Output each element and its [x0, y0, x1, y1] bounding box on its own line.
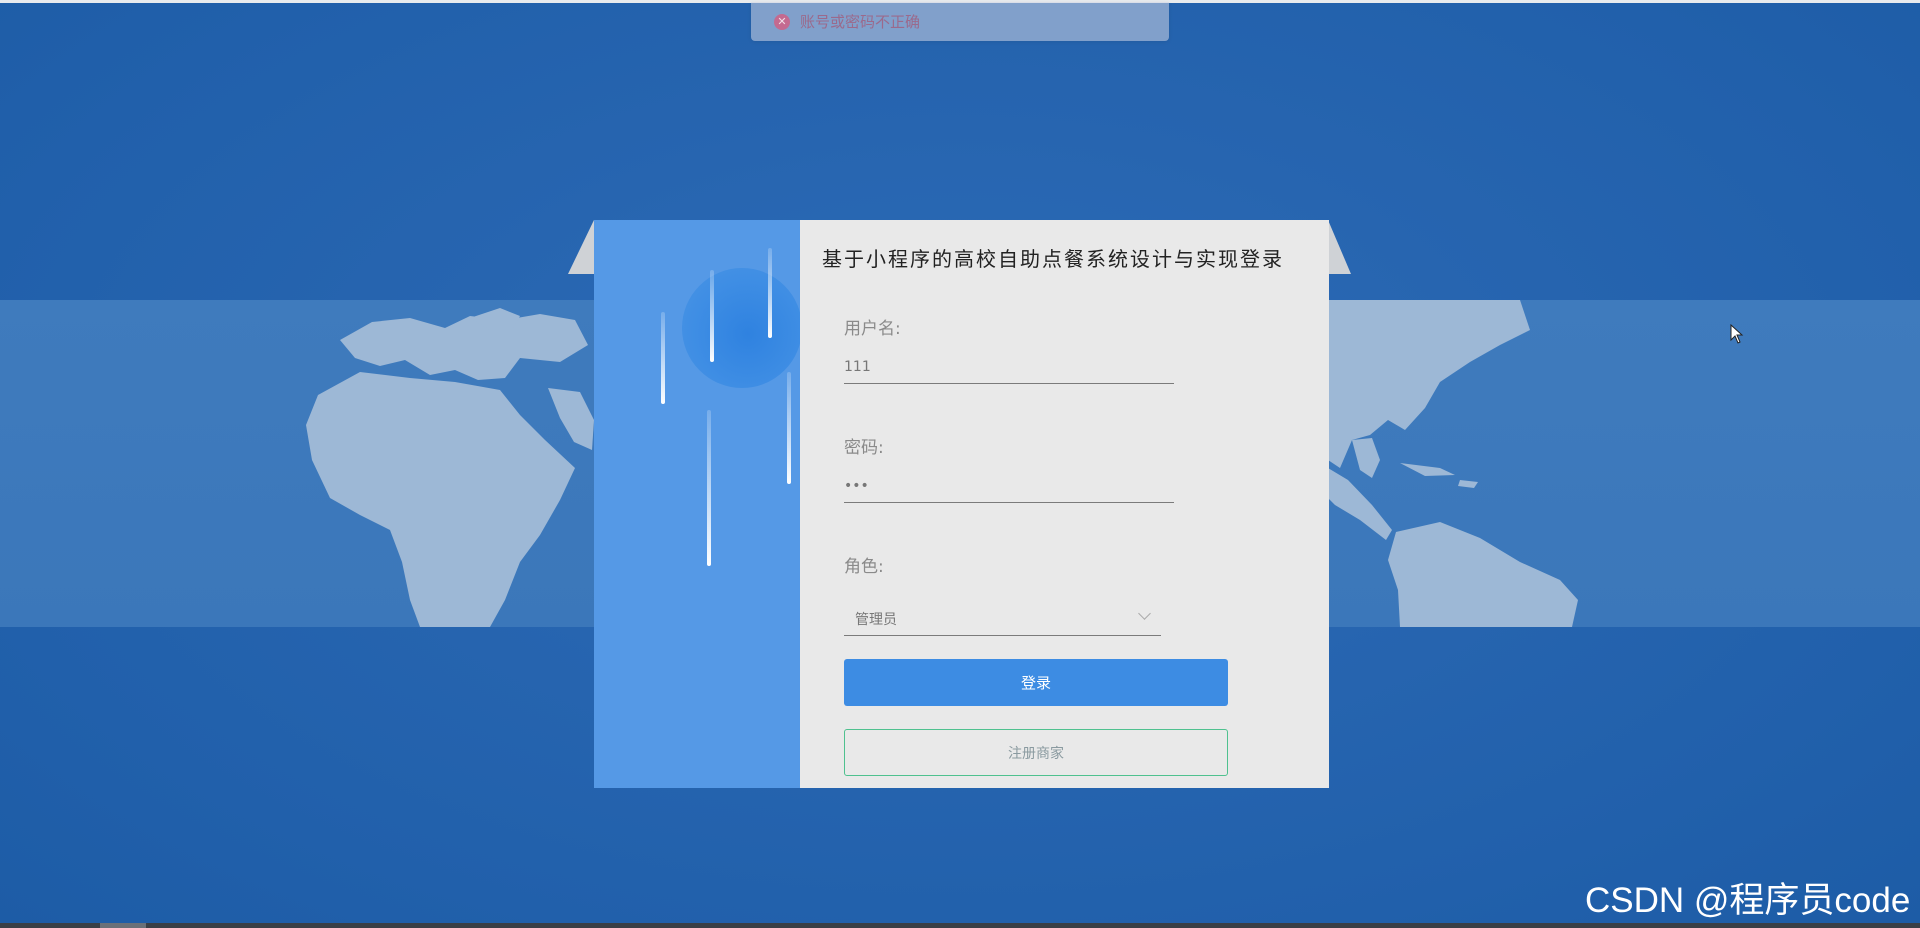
password-label: 密码:: [844, 438, 884, 458]
role-label: 角色:: [844, 557, 884, 577]
decorative-bubble: [682, 268, 800, 388]
error-message: 账号或密码不正确: [800, 13, 921, 31]
login-form: 基于小程序的高校自助点餐系统设计与实现登录 用户名: 密码: 角色: 管理员 登…: [800, 220, 1329, 788]
decorative-streak: [768, 248, 772, 338]
error-toast: ✕ 账号或密码不正确: [751, 2, 1169, 41]
bottom-scrollbar[interactable]: [0, 923, 1920, 928]
login-button[interactable]: 登录: [844, 659, 1228, 706]
decorative-streak: [787, 372, 791, 484]
decorative-panel: [594, 220, 800, 788]
decorative-streak: [661, 312, 665, 404]
card-left-wing: [568, 220, 594, 274]
login-card: 基于小程序的高校自助点餐系统设计与实现登录 用户名: 密码: 角色: 管理员 登…: [594, 220, 1329, 788]
scrollbar-thumb[interactable]: [100, 923, 146, 928]
register-merchant-button[interactable]: 注册商家: [844, 729, 1228, 776]
password-input[interactable]: [844, 470, 1174, 503]
watermark: CSDN @程序员code: [1585, 881, 1911, 920]
close-circle-icon: ✕: [774, 13, 790, 30]
card-right-wing: [1328, 220, 1351, 274]
role-select[interactable]: 管理员: [844, 600, 1161, 636]
decorative-streak: [707, 410, 711, 566]
chevron-down-icon: [1138, 607, 1151, 620]
decorative-streak: [710, 270, 714, 362]
page-title: 基于小程序的高校自助点餐系统设计与实现登录: [822, 247, 1284, 271]
username-label: 用户名:: [844, 319, 901, 339]
username-input[interactable]: [844, 351, 1174, 384]
role-select-value: 管理员: [855, 612, 897, 628]
mouse-cursor-icon: [1730, 324, 1744, 344]
